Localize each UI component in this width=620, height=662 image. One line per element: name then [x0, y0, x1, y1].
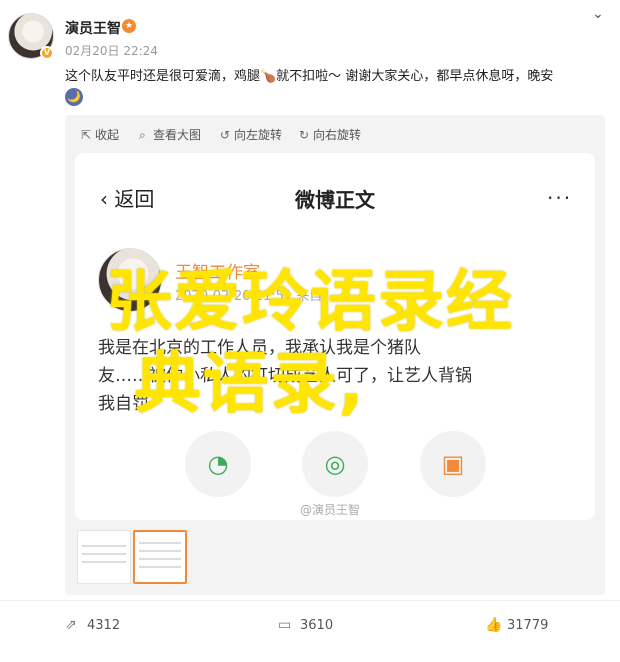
- view-large-button[interactable]: ⌕ 查看大图: [139, 126, 201, 143]
- rotate-left-label: 向左旋转: [234, 128, 283, 142]
- screenshot-title: 微博正文: [295, 188, 375, 212]
- share-count: 4312: [87, 618, 121, 633]
- watermark: @演员王智: [300, 503, 361, 517]
- wechat-icon: ◔: [185, 431, 251, 497]
- magnifier-icon: ⌕: [139, 128, 146, 142]
- post-text: 这个队友平时还是很可爱滴，鸡腿🍗就不扣啦～ 谢谢大家关心，都早点休息呀，晚安: [65, 69, 554, 84]
- verified-badge-icon: V: [40, 46, 54, 60]
- comment-icon: ▭: [278, 617, 292, 633]
- share-button[interactable]: ⇗ 4312: [65, 617, 120, 633]
- thumbnail-2-selected[interactable]: [133, 530, 187, 584]
- share-icon: ⇗: [65, 617, 77, 633]
- comment-button[interactable]: ▭ 3610: [278, 617, 333, 633]
- thumbs-up-icon: 👍: [485, 617, 503, 633]
- overlay-headline-line-2: 典语录,: [134, 345, 366, 422]
- chevron-down-icon[interactable]: ⌄: [588, 6, 608, 22]
- rotate-right-label: 向右旋转: [313, 128, 362, 142]
- save-image-icon: ▣: [420, 431, 486, 497]
- rotate-right-button[interactable]: ↻ 向右旋转: [299, 126, 361, 143]
- like-count: 31779: [507, 618, 549, 633]
- view-large-label: 查看大图: [153, 128, 202, 142]
- moon-emoji-icon: 🌙: [65, 88, 83, 106]
- rotate-left-icon: ↺: [220, 128, 231, 142]
- post-actions-bar: ⇗ 4312 ▭ 3610 👍 31779: [0, 600, 620, 650]
- member-icon: ★: [122, 19, 136, 33]
- thumbnail-1[interactable]: [77, 530, 131, 584]
- collapse-label: 收起: [95, 128, 120, 142]
- author-name[interactable]: 演员王智: [65, 18, 121, 38]
- collapse-icon: ⇱: [81, 128, 92, 142]
- media-toolbar: ⇱ 收起 ⌕ 查看大图 ↺ 向左旋转 ↻ 向右旋转: [65, 115, 605, 153]
- collapse-button[interactable]: ⇱ 收起: [81, 126, 119, 143]
- rotate-left-button[interactable]: ↺ 向左旋转: [220, 126, 282, 143]
- post-header: V 演员王智 ★ 02月20日 22:24 ⌄: [0, 0, 620, 60]
- moments-icon: ◎: [302, 431, 368, 497]
- post-timestamp[interactable]: 02月20日 22:24: [65, 42, 158, 59]
- rotate-right-icon: ↻: [299, 128, 310, 142]
- like-button[interactable]: 👍 31779: [485, 617, 548, 633]
- comment-count: 3610: [300, 618, 334, 633]
- more-icon: ···: [547, 186, 573, 210]
